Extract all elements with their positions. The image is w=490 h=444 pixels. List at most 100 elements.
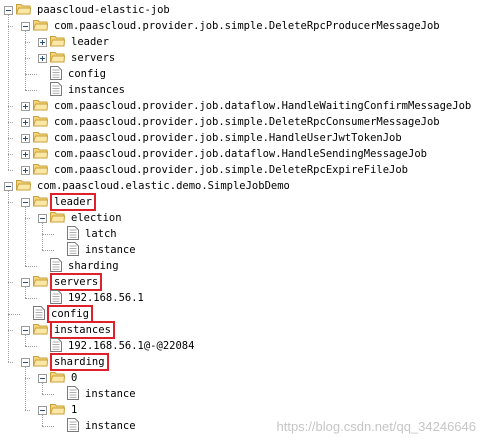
tree-node[interactable]: com.paascloud.provider.job.simple.Handle… bbox=[21, 130, 404, 146]
file-icon bbox=[67, 417, 79, 435]
tree-node-label: 192.168.56.1 bbox=[68, 292, 144, 304]
tree-node[interactable]: com.paascloud.provider.job.simple.Delete… bbox=[21, 162, 410, 178]
tree-node[interactable]: com.paascloud.provider.job.dataflow.Hand… bbox=[21, 98, 473, 114]
tree-node[interactable]: paascloud-elastic-job bbox=[4, 2, 172, 18]
collapse-icon[interactable] bbox=[38, 213, 47, 223]
tree-node[interactable]: 1 bbox=[38, 402, 79, 418]
folder-icon bbox=[32, 322, 49, 338]
tree-node[interactable]: 192.168.56.1@-@22084 bbox=[50, 337, 196, 355]
tree-node[interactable]: com.paascloud.provider.job.simple.Delete… bbox=[21, 18, 442, 34]
tree-connector bbox=[25, 207, 26, 266]
tree-node-label: servers bbox=[71, 52, 116, 64]
tree-node-label: sharding bbox=[50, 353, 109, 371]
tree-node[interactable]: sharding bbox=[50, 257, 121, 275]
tree-node[interactable]: 0 bbox=[38, 370, 79, 386]
tree-node-label: com.paascloud.provider.job.simple.Delete… bbox=[54, 164, 409, 176]
tree-connector bbox=[8, 170, 13, 171]
file-icon bbox=[33, 305, 45, 323]
watermark: https://blog.csdn.net/qq_34246646 bbox=[276, 419, 477, 434]
expand-icon[interactable] bbox=[21, 149, 30, 159]
tree-node[interactable]: instances bbox=[50, 81, 127, 99]
folder-icon bbox=[49, 370, 66, 386]
tree-node[interactable]: config bbox=[50, 65, 108, 83]
tree-node-label: com.paascloud.provider.job.simple.Delete… bbox=[54, 116, 440, 128]
tree-node-label: 192.168.56.1@-@22084 bbox=[68, 340, 195, 352]
tree-node-label: instances bbox=[68, 84, 125, 96]
tree-node-label: election bbox=[71, 212, 122, 224]
collapse-icon[interactable] bbox=[21, 197, 30, 207]
expand-icon[interactable] bbox=[38, 53, 47, 63]
file-icon bbox=[50, 337, 62, 355]
collapse-icon[interactable] bbox=[4, 5, 13, 15]
tree-node[interactable]: leader bbox=[21, 193, 96, 211]
zookeeper-node-tree: paascloud-elastic-job com.paascloud.provi… bbox=[0, 0, 490, 444]
tree-node[interactable]: instance bbox=[67, 417, 138, 435]
tree-connector bbox=[42, 394, 54, 395]
file-icon bbox=[50, 65, 62, 83]
tree-connector bbox=[42, 234, 54, 235]
tree-node[interactable]: com.paascloud.provider.job.simple.Delete… bbox=[21, 114, 442, 130]
folder-icon bbox=[32, 146, 49, 162]
folder-icon bbox=[15, 2, 32, 18]
folder-icon bbox=[49, 210, 66, 226]
collapse-icon[interactable] bbox=[21, 357, 30, 367]
tree-node[interactable]: com.paascloud.elastic.demo.SimpleJobDemo bbox=[4, 178, 292, 194]
expand-icon[interactable] bbox=[21, 165, 30, 175]
file-icon bbox=[67, 385, 79, 403]
tree-node-label: com.paascloud.provider.job.dataflow.Hand… bbox=[54, 100, 472, 112]
expand-icon[interactable] bbox=[21, 101, 30, 111]
tree-node[interactable]: latch bbox=[67, 225, 119, 242]
tree-connector bbox=[25, 346, 37, 347]
folder-icon bbox=[49, 402, 66, 418]
tree-node-label: com.paascloud.provider.job.dataflow.Hand… bbox=[54, 148, 427, 160]
folder-icon bbox=[32, 274, 49, 290]
collapse-icon[interactable] bbox=[21, 21, 30, 31]
tree-node-label: sharding bbox=[68, 260, 119, 272]
tree-node-label: leader bbox=[71, 36, 109, 48]
folder-icon bbox=[49, 34, 66, 50]
collapse-icon[interactable] bbox=[38, 373, 47, 383]
tree-node-label: latch bbox=[85, 228, 117, 240]
tree-connector bbox=[8, 191, 9, 362]
tree-node[interactable]: servers bbox=[21, 273, 103, 291]
folder-icon bbox=[32, 114, 49, 130]
tree-node[interactable]: sharding bbox=[21, 353, 109, 371]
tree-node[interactable]: instances bbox=[21, 321, 115, 339]
tree-node[interactable]: instance bbox=[67, 385, 138, 403]
tree-node[interactable]: election bbox=[38, 210, 124, 226]
tree-connector bbox=[25, 90, 37, 91]
tree-node[interactable]: instance bbox=[67, 241, 138, 258]
tree-connector bbox=[25, 298, 37, 299]
tree-connector bbox=[25, 31, 26, 90]
collapse-icon[interactable] bbox=[4, 181, 13, 191]
collapse-icon[interactable] bbox=[38, 405, 47, 415]
file-icon bbox=[50, 81, 62, 99]
tree-connector bbox=[25, 410, 30, 411]
folder-icon bbox=[32, 162, 49, 178]
folder-icon bbox=[32, 98, 49, 114]
file-icon bbox=[50, 289, 62, 307]
tree-connector bbox=[25, 74, 37, 75]
tree-connector bbox=[8, 314, 20, 315]
tree-node-label: instance bbox=[85, 388, 136, 400]
expand-icon[interactable] bbox=[21, 117, 30, 127]
tree-node-label: instance bbox=[85, 244, 136, 256]
tree-node[interactable]: config bbox=[33, 305, 93, 323]
folder-icon bbox=[32, 130, 49, 146]
tree-node[interactable]: com.paascloud.provider.job.dataflow.Hand… bbox=[21, 146, 429, 162]
tree-node[interactable]: servers bbox=[38, 50, 117, 66]
tree-node[interactable]: leader bbox=[38, 34, 111, 50]
collapse-icon[interactable] bbox=[21, 325, 30, 335]
tree-node-label: 1 bbox=[71, 404, 78, 416]
tree-node-label: com.paascloud.provider.job.simple.Delete… bbox=[54, 20, 440, 32]
collapse-icon[interactable] bbox=[21, 277, 30, 287]
file-icon bbox=[50, 257, 62, 275]
tree-connector bbox=[25, 266, 37, 267]
folder-icon bbox=[15, 178, 32, 194]
tree-node-label: servers bbox=[49, 273, 103, 291]
expand-icon[interactable] bbox=[21, 133, 30, 143]
tree-node[interactable]: 192.168.56.1 bbox=[50, 289, 146, 307]
expand-icon[interactable] bbox=[38, 37, 47, 47]
tree-connector bbox=[42, 223, 43, 250]
tree-connector bbox=[42, 250, 54, 251]
